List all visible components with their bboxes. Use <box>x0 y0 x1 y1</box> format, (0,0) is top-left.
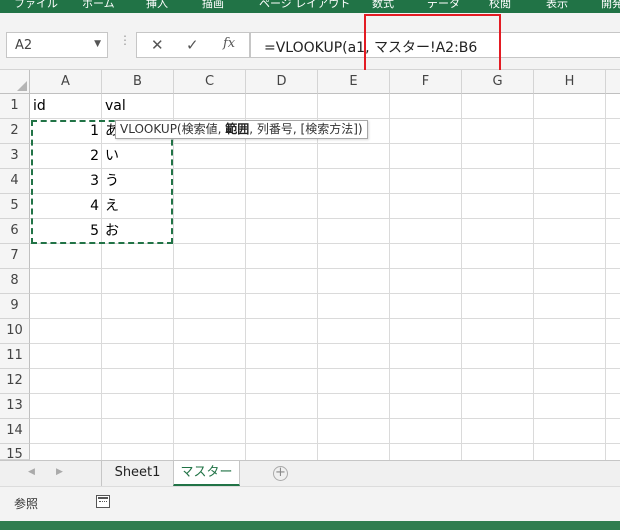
column-header-c[interactable]: C <box>174 70 246 94</box>
row-header-6[interactable]: 6 <box>0 219 30 244</box>
cell-b1[interactable]: val <box>102 94 174 119</box>
tab-file[interactable]: ファイル <box>14 0 58 11</box>
name-box[interactable]: A2 ▼ <box>6 32 108 58</box>
row-header-10[interactable]: 10 <box>0 319 30 344</box>
cancel-icon[interactable]: ✕ <box>151 36 164 54</box>
status-mode: 参照 <box>14 497 39 511</box>
row-header-9[interactable]: 9 <box>0 294 30 319</box>
drag-handle-icon[interactable]: ⋮ <box>119 33 131 47</box>
name-box-value: A2 <box>15 38 33 53</box>
row-header-3[interactable]: 3 <box>0 144 30 169</box>
row-header-13[interactable]: 13 <box>0 394 30 419</box>
ribbon-tabs: ファイル ホーム 挿入 描画 ページ レイアウト 数式 データ 校閲 表示 開発 <box>0 0 620 13</box>
sheet-tab-master[interactable]: マスター <box>173 461 240 486</box>
column-header-d[interactable]: D <box>246 70 318 94</box>
tab-draw[interactable]: 描画 <box>202 0 224 11</box>
tooltip-arg-lookup[interactable]: 検索値, <box>182 122 226 136</box>
column-header-i[interactable] <box>606 70 620 94</box>
row-header-11[interactable]: 11 <box>0 344 30 369</box>
tab-review[interactable]: 校閲 <box>489 0 511 11</box>
insert-function-icon[interactable]: fx <box>223 36 235 51</box>
column-header-e[interactable]: E <box>318 70 390 94</box>
row-header-1[interactable]: 1 <box>0 94 30 119</box>
scroll-right-icon[interactable]: ▶ <box>56 467 63 477</box>
tab-insert[interactable]: 挿入 <box>146 0 168 11</box>
row-header-15[interactable]: 15 <box>0 444 30 460</box>
column-header-f[interactable]: F <box>390 70 462 94</box>
cell-a1[interactable]: id <box>30 94 102 119</box>
row-header-8[interactable]: 8 <box>0 269 30 294</box>
tab-data[interactable]: データ <box>427 0 460 11</box>
column-header-b[interactable]: B <box>102 70 174 94</box>
formula-buttons: ✕ ✓ fx <box>136 32 250 58</box>
sheet-tabs-bar: ◀ ▶ Sheet1 マスター + <box>0 460 620 486</box>
enter-icon[interactable]: ✓ <box>186 36 199 54</box>
tooltip-function[interactable]: VLOOKUP( <box>120 122 182 136</box>
tab-view[interactable]: 表示 <box>546 0 568 11</box>
sheet-tab-sheet1[interactable]: Sheet1 <box>101 461 174 486</box>
row-header-12[interactable]: 12 <box>0 369 30 394</box>
tab-page-layout[interactable]: ページ レイアウト <box>259 0 350 11</box>
formula-bar-area: A2 ▼ ⋮ ✕ ✓ fx =VLOOKUP(a1, マスター!A2:B6 <box>0 13 620 70</box>
select-all-icon <box>17 81 27 91</box>
tooltip-arg-rest[interactable]: , 列番号, [検索方法]) <box>249 122 362 136</box>
macro-record-icon[interactable] <box>96 495 110 508</box>
column-header-h[interactable]: H <box>534 70 606 94</box>
row-header-2[interactable]: 2 <box>0 119 30 144</box>
tooltip-arg-range[interactable]: 範囲 <box>225 122 249 136</box>
row-header-5[interactable]: 5 <box>0 194 30 219</box>
tab-formulas[interactable]: 数式 <box>372 0 394 11</box>
highlight-box <box>364 14 501 73</box>
select-all-corner[interactable] <box>0 70 30 94</box>
column-header-a[interactable]: A <box>30 70 102 94</box>
column-header-g[interactable]: G <box>462 70 534 94</box>
row-header-4[interactable]: 4 <box>0 169 30 194</box>
window-bottom-edge <box>0 521 620 530</box>
row-header-7[interactable]: 7 <box>0 244 30 269</box>
scroll-left-icon[interactable]: ◀ <box>28 467 35 477</box>
function-tooltip: VLOOKUP(検索値, 範囲, 列番号, [検索方法]) <box>115 120 368 139</box>
add-sheet-icon[interactable]: + <box>273 466 288 481</box>
tab-developer[interactable]: 開発 <box>601 0 620 11</box>
tab-home[interactable]: ホーム <box>82 0 115 11</box>
chevron-down-icon[interactable]: ▼ <box>94 39 101 49</box>
row-header-14[interactable]: 14 <box>0 419 30 444</box>
